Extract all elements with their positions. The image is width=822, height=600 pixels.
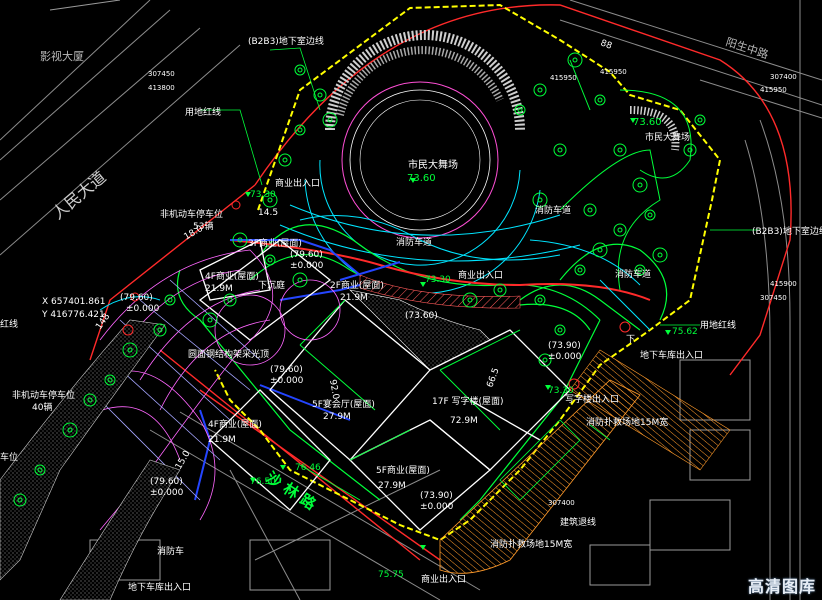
commercial-entry-1: 商业出入口 [275,177,320,189]
grid-4: 307400 [770,73,797,81]
bldg-6-elev-base: ±0.000 [150,488,184,498]
bldg-1-name: 4F商业(屋面) [205,270,259,282]
site-plan-drawing: 影视大厦 人民大道 阳生中路 沙 林 路 市民大舞场 73.60 市民大舞场 7… [0,0,822,600]
bldg-2-name: 2F商业(屋面) [330,279,384,291]
bldg-2-height: 21.9M [340,293,368,303]
grid-2: 413800 [148,84,175,92]
fire-ground-2: 消防扑救场地15M宽 [490,538,572,550]
east-plaza-label: 市民大舞场 [645,131,690,143]
commercial-entry-2: 商业出入口 [458,269,503,281]
elev-6: 76.50 [250,477,276,487]
grid-3: 415950 [550,74,577,82]
elev-7: 75.75 [378,570,404,580]
fire-lane-2: 消防车道 [535,204,571,216]
dim-145: 14.5 [258,208,278,218]
grid-7: 307450 [760,294,787,302]
basement-line-e: (B2B3)地下室边线 [752,225,822,237]
grid-8: 415950 [600,68,627,76]
bike-parking-n: 非机动车停车位 [160,208,223,220]
bldg-3-name: 5F宴会厅(屋面) [312,398,375,410]
bike-parking-w-count: 40辆 [32,401,52,413]
watermark-text: 高清图库 [747,577,816,596]
elev-1: 73.30 [250,190,276,200]
bike-parking-w: 非机动车停车位 [12,389,75,401]
fire-lane-1: 消防车道 [396,236,432,248]
red-line-e: 用地红线 [700,319,736,331]
coord-y: Y 416776.421 [41,310,105,320]
watermark-logo: 高清图库 [748,574,816,596]
elev-3: 75.62 [672,327,698,337]
bldg-4-elev-top: (73.90) [548,341,581,351]
bldg-4-height: 72.9M [450,416,478,426]
grid-1: 307450 [148,70,175,78]
rain-canopy: 圆面钢结构架采光顶 [188,348,269,360]
bike-parking-sw: 车位 [0,451,18,463]
fire-lane-3: 消防车道 [615,268,651,280]
bldg-0-elev-base: ±0.000 [290,261,324,271]
bldg-4-name: 17F 写字楼(屋面) [432,395,504,407]
elev-5: 76.46 [295,463,321,473]
ramp-down: 下 [626,335,635,345]
main-plaza-elev: 73.60 [407,173,436,184]
ramp-down-2: 下沉庭 [258,279,285,291]
street-north: 影视大厦 [40,49,84,63]
bldg-5-height: 27.9M [378,481,406,491]
main-plaza-label: 市民大舞场 [408,158,458,171]
elev-4: 73.30 [548,386,574,396]
garage-entry-e: 地下车库出入口 [640,349,703,361]
bldg-3-height: 27.9M [323,412,351,422]
east-plaza-elev: 73.60 [633,117,662,128]
basement-line-nw: (B2B3)地下室边线 [248,35,324,47]
fire-truck: 消防车 [157,545,184,557]
bldg-6-height: 21.9M [208,435,236,445]
bldg-3-elev-top: (79.60) [270,365,303,375]
coord-x: X 657401.861 [42,297,105,307]
elev-8b: ±0.000 [126,304,160,314]
bldg-5-elev-base: ±0.000 [420,502,454,512]
bldg-6-name: 4F商业(屋面) [208,418,262,430]
building-setback: 建筑退线 [560,516,596,528]
red-line-nw: 用地红线 [185,106,221,118]
bldg-4-elev-base: ±0.000 [548,352,582,362]
grid-9: 307400 [548,499,575,507]
commercial-entry-3: 商业出入口 [421,573,466,585]
bldg-0-elev-top: (79.60) [290,250,323,260]
bldg-1-height: 21.9M [205,284,233,294]
bldg-3-elev-base: ±0.000 [270,376,304,386]
elev-8: (79.60) [120,293,153,303]
grid-5: 415950 [760,86,787,94]
elev-9: (73.60) [405,311,438,321]
garage-entry-s: 地下车库出入口 [128,581,191,593]
elev-2: 73.30 [425,275,451,285]
bldg-0-name: 3F商业(屋面) [248,237,302,249]
bldg-5-elev-top: (73.90) [420,491,453,501]
bldg-5-name: 5F商业(屋面) [376,464,430,476]
bldg-6-elev-top: (79.60) [150,477,183,487]
red-line-w: 红线 [0,318,18,330]
grid-6: 415900 [770,280,797,288]
fire-ground-1: 消防扑救场地15M宽 [586,416,668,428]
